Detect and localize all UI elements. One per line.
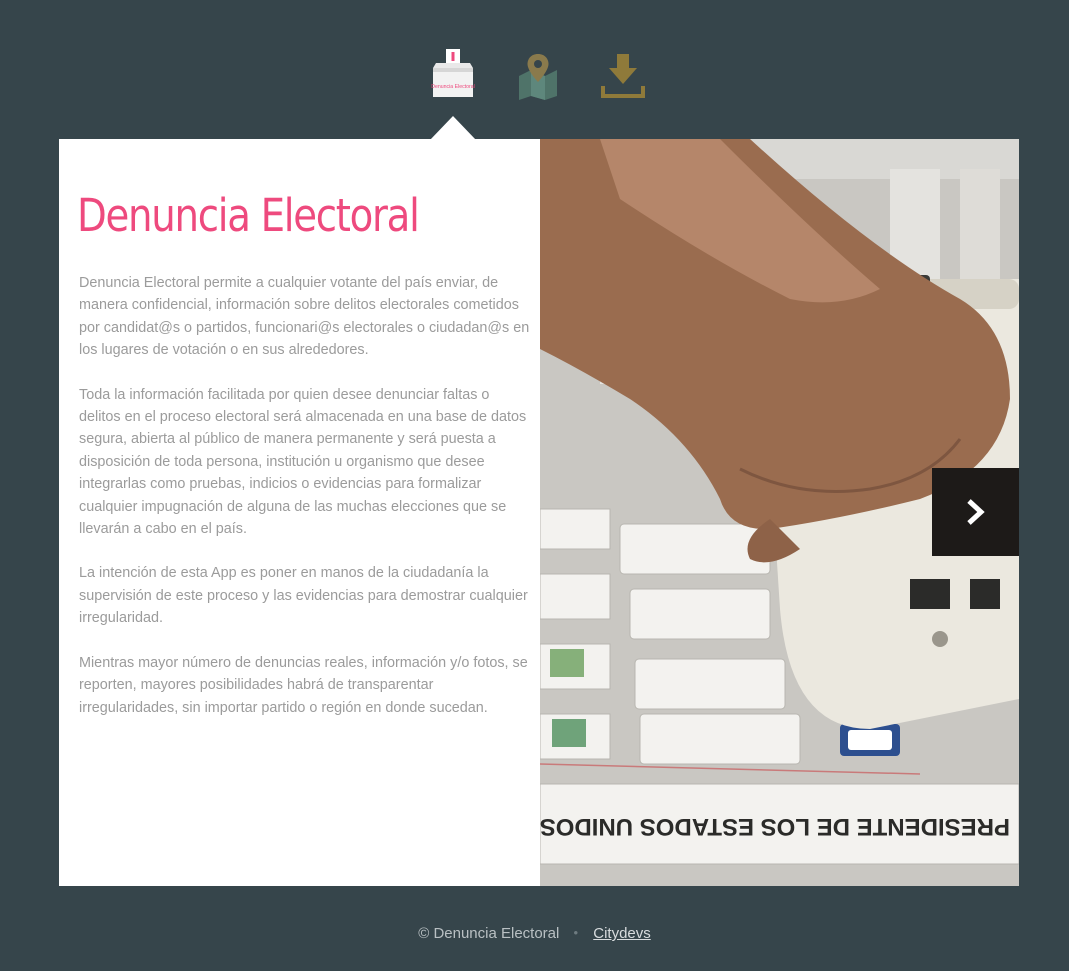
footer-separator: •	[573, 925, 579, 940]
ballot-box-label: Denuncia Electoral	[431, 84, 475, 90]
download-icon	[601, 54, 645, 98]
paragraph-intro: Denuncia Electoral permite a cualquier v…	[79, 275, 530, 359]
footer: © Denuncia Electoral • Citydevs	[0, 925, 1069, 942]
description: Denuncia Electoral permite a cualquier v…	[79, 272, 531, 741]
slider-next-button[interactable]	[932, 468, 1019, 556]
nav-download[interactable]	[599, 46, 647, 102]
chevron-right-icon	[967, 499, 985, 525]
text-panel: Denuncia Electoral Denuncia Electoral pe…	[59, 139, 540, 886]
active-tab-pointer	[430, 116, 476, 140]
map-pin-icon	[519, 54, 557, 100]
nav-map[interactable]	[514, 46, 562, 102]
content-card: Denuncia Electoral Denuncia Electoral pe…	[59, 139, 1019, 886]
svg-text:PRESIDENTE DE LOS ESTADOS UNID: PRESIDENTE DE LOS ESTADOS UNIDOS	[540, 813, 1010, 840]
footer-copyright: © Denuncia Electoral	[418, 925, 560, 942]
paragraph-data-storage: Toda la información facilitada por quien…	[79, 386, 527, 538]
citydevs-link[interactable]: Citydevs	[593, 925, 651, 942]
page-title: Denuncia Electoral	[77, 189, 420, 242]
paragraph-more-reports: Mientras mayor número de denuncias reale…	[79, 654, 528, 716]
top-nav: Denuncia Electoral	[0, 46, 1069, 106]
paragraph-intention: La intención de esta App es poner en man…	[79, 565, 528, 627]
nav-ballot-box[interactable]: Denuncia Electoral	[429, 46, 477, 102]
ballot-box-icon: Denuncia Electoral	[431, 49, 475, 97]
